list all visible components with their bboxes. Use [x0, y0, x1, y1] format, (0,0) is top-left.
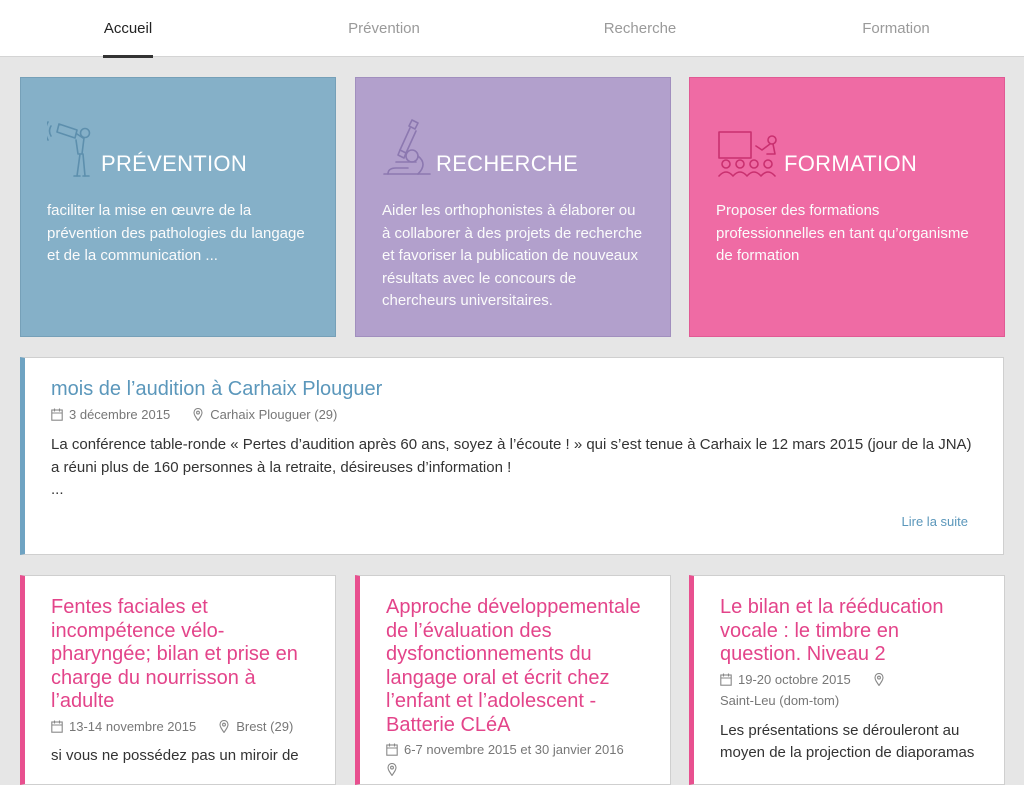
event-card: Le bilan et la rééducation vocale : le t…: [689, 575, 1005, 785]
microscope-icon: [382, 116, 434, 178]
event-date: 13-14 novembre 2015: [69, 718, 197, 734]
tile-title: PRÉVENTION: [101, 151, 248, 176]
event-meta: 6-7 novembre 2015 et 30 janvier 2016: [386, 742, 646, 757]
map-pin-icon: [386, 762, 398, 777]
event-excerpt: si vous ne possédez pas un miroir de: [51, 746, 299, 764]
tile-description: Proposer des formations professionnelles…: [716, 202, 969, 264]
tile-description: faciliter la mise en œuvre de la prévent…: [47, 202, 305, 264]
tab-label: Formation: [862, 20, 930, 37]
tab-accueil[interactable]: Accueil: [0, 0, 256, 58]
tab-recherche[interactable]: Recherche: [512, 0, 768, 57]
news-card: mois de l’audition à Carhaix Plouguer 3 …: [20, 357, 1004, 555]
event-excerpt: Les présentations se dérouleront au moye…: [720, 721, 975, 762]
map-pin-icon: [218, 719, 230, 733]
tile-description: Aider les orthophonistes à élaborer ou à…: [382, 202, 643, 309]
tile-recherche[interactable]: RECHERCHE Aider les orthophonistes à éla…: [355, 77, 671, 337]
event-meta: 19-20 octobre 2015 Saint-Leu (dom-tom): [720, 672, 980, 708]
map-pin-icon: [192, 407, 204, 422]
top-nav: Accueil Prévention Recherche Formation: [0, 0, 1024, 58]
active-tab-indicator: [103, 55, 153, 58]
news-excerpt: La conférence table-ronde « Pertes d’aud…: [51, 436, 972, 476]
event-location: Brest (29): [236, 718, 294, 734]
tab-prevention[interactable]: Prévention: [256, 0, 512, 57]
news-ellipsis: ...: [51, 481, 64, 498]
news-title-link[interactable]: mois de l’audition à Carhaix Plouguer: [51, 376, 977, 402]
tab-label: Prévention: [348, 20, 420, 37]
news-meta: 3 décembre 2015 Carhaix Plouguer (29): [51, 407, 977, 422]
megaphone-person-icon: [44, 116, 99, 178]
event-title-link[interactable]: Approche développementale de l’évaluatio…: [386, 596, 646, 737]
classroom-icon: [716, 116, 782, 178]
event-card: Approche développementale de l’évaluatio…: [355, 575, 671, 785]
tile-title: RECHERCHE: [436, 151, 579, 176]
map-pin-icon: [873, 672, 885, 686]
event-location: Saint-Leu (dom-tom): [720, 692, 840, 708]
tab-label: Recherche: [603, 20, 677, 37]
tab-formation[interactable]: Formation: [768, 0, 1024, 57]
event-title-link[interactable]: Le bilan et la rééducation vocale : le t…: [720, 596, 980, 667]
event-meta: 13-14 novembre 2015 Brest (29): [51, 719, 311, 734]
calendar-icon: [386, 743, 398, 756]
calendar-icon: [51, 408, 63, 421]
news-location: Carhaix Plouguer (29): [210, 407, 338, 422]
tab-label: Accueil: [103, 20, 153, 37]
tile-formation[interactable]: FORMATION Proposer des formations profes…: [689, 77, 1005, 337]
tile-title: FORMATION: [784, 151, 918, 176]
news-date: 3 décembre 2015: [69, 407, 171, 422]
calendar-icon: [720, 673, 732, 686]
tile-prevention[interactable]: PRÉVENTION faciliter la mise en œuvre de…: [20, 77, 336, 337]
event-card: Fentes faciales et incompétence vélo-pha…: [20, 575, 336, 785]
read-more-link[interactable]: Lire la suite: [902, 514, 968, 529]
event-date: 6-7 novembre 2015 et 30 janvier 2016: [404, 742, 624, 757]
event-date: 19-20 octobre 2015: [738, 671, 851, 687]
event-title-link[interactable]: Fentes faciales et incompétence vélo-pha…: [51, 596, 311, 714]
calendar-icon: [51, 720, 63, 733]
event-meta: [386, 762, 646, 777]
